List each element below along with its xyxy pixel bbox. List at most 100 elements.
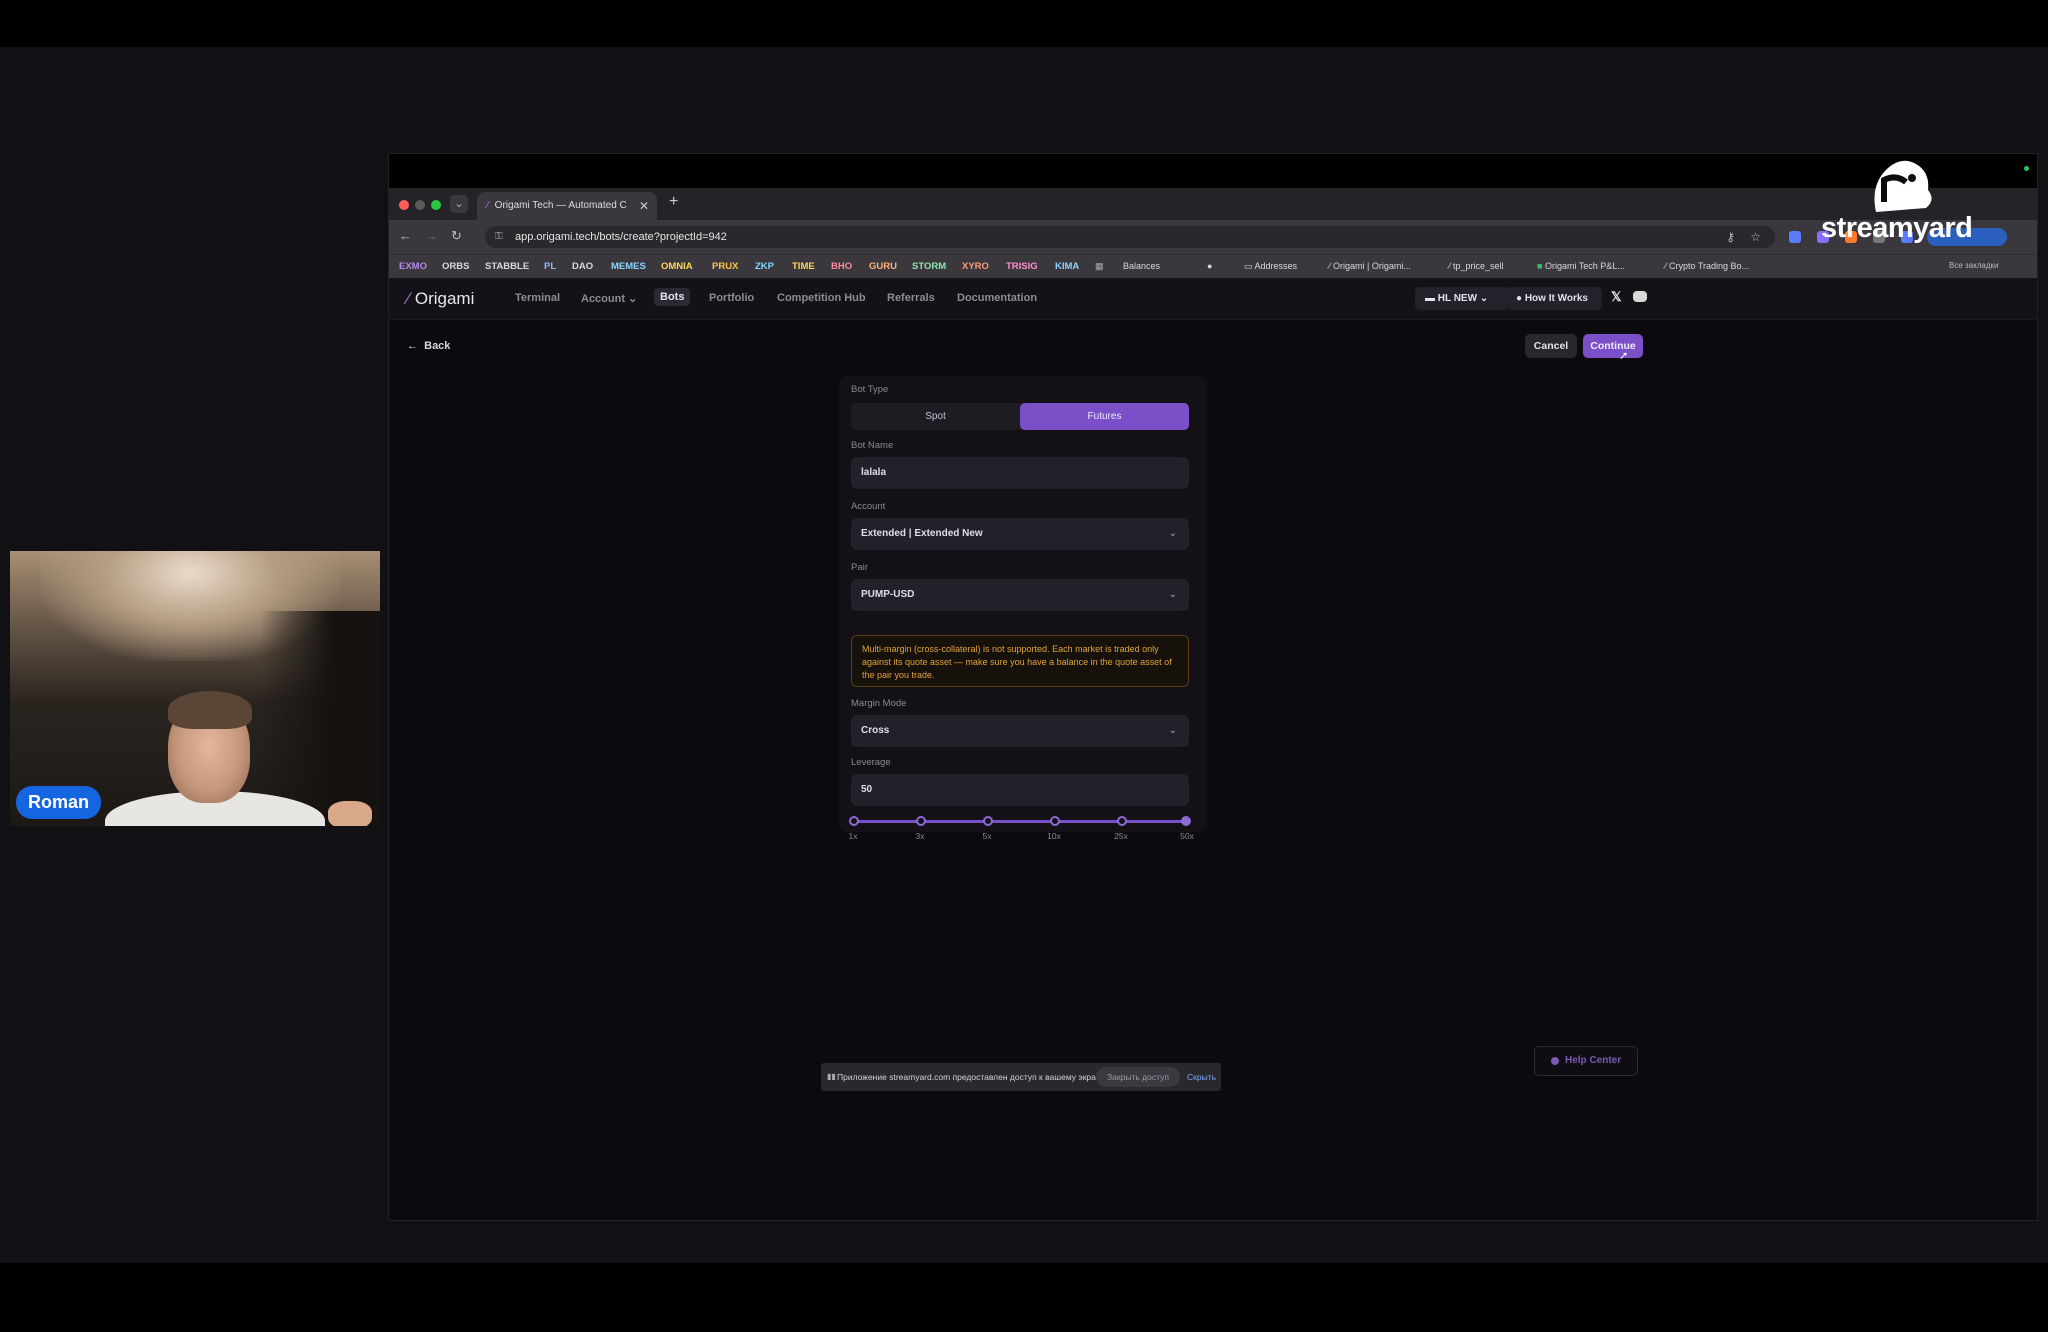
nav-account[interactable]: Account ⌄ (581, 292, 637, 305)
pair-select[interactable]: PUMP-USD ⌄ (851, 579, 1189, 611)
close-window-icon[interactable] (399, 200, 409, 210)
extension-icon[interactable] (1789, 231, 1801, 243)
mouse-cursor-icon: ➚ (1619, 350, 1629, 362)
bookmark-item[interactable]: Balances (1123, 261, 1160, 271)
nav-documentation[interactable]: Documentation (957, 292, 1037, 304)
how-it-works-button[interactable]: ● How It Works (1506, 287, 1602, 310)
bookmark-item[interactable]: STABBLE (485, 261, 529, 272)
streamyard-top-bar (0, 0, 2048, 47)
nav-competition-hub[interactable]: Competition Hub (777, 292, 866, 304)
bookmark-item[interactable]: ORBS (442, 261, 469, 272)
margin-mode-label: Margin Mode (851, 698, 907, 709)
bookmark-folder[interactable]: ▭ Addresses (1244, 261, 1297, 272)
margin-mode-select[interactable]: Cross ⌄ (851, 715, 1189, 747)
browser-tab-strip: ⌄ ⁄ Origami Tech — Automated C ✕ + (389, 188, 2037, 220)
help-center-button[interactable]: Help Center (1534, 1046, 1638, 1076)
leverage-input[interactable]: 50 (851, 774, 1189, 806)
streamyard-bottom-bar (0, 1263, 2048, 1332)
live-indicator-dot (2024, 166, 2029, 171)
chevron-down-icon: ⌄ (1168, 528, 1177, 539)
bot-type-label: Bot Type (851, 384, 889, 395)
leverage-step-25x[interactable] (1117, 816, 1127, 826)
origami-app: ⁄ Origami Terminal Account ⌄ Bots Portfol… (389, 278, 2037, 1220)
back-button[interactable]: ← Back (407, 340, 450, 352)
bookmark-item[interactable]: DAO (572, 261, 593, 272)
forward-arrow-icon[interactable]: → (425, 228, 438, 243)
chevron-down-icon: ⌄ (1479, 293, 1489, 304)
leverage-tick: 3x (915, 831, 925, 841)
leverage-step-3x[interactable] (916, 816, 926, 826)
leverage-slider-thumb[interactable] (1181, 816, 1191, 826)
discord-icon[interactable] (1633, 291, 1647, 302)
nav-terminal[interactable]: Terminal (515, 292, 560, 304)
bot-type-spot[interactable]: Spot (851, 403, 1020, 430)
nav-referrals[interactable]: Referrals (887, 292, 935, 304)
maximize-window-icon[interactable] (431, 200, 441, 210)
bookmark-item[interactable]: ⁄ Crypto Trading Bo... (1665, 261, 1749, 271)
bookmark-item[interactable]: GURU (869, 261, 897, 272)
bot-name-label: Bot Name (851, 440, 894, 451)
chevron-down-icon: ⌄ (1168, 589, 1177, 600)
project-selector[interactable]: ▬ HL NEW ⌄ (1415, 287, 1509, 310)
all-bookmarks-folder[interactable]: Все закладки (1949, 261, 1998, 270)
x-twitter-icon[interactable]: 𝕏 (1611, 289, 1621, 305)
apps-grid-icon[interactable]: ▦ (1095, 261, 1104, 272)
bookmark-star-icon[interactable]: ☆ (1750, 226, 1761, 248)
bookmark-item[interactable]: BHO (831, 261, 852, 272)
account-select[interactable]: Extended | Extended New ⌄ (851, 518, 1189, 550)
cancel-button[interactable]: Cancel (1525, 334, 1577, 358)
bookmark-item[interactable]: XYRO (962, 261, 989, 272)
leverage-label: Leverage (851, 757, 891, 768)
github-icon[interactable]: ● (1207, 261, 1212, 271)
bookmark-item[interactable]: PL (544, 261, 556, 272)
bookmark-item[interactable]: EXMO (399, 261, 427, 272)
address-bar[interactable]: ⚿ app.origami.tech/bots/create?projectId… (485, 226, 1775, 248)
hide-notification-link[interactable]: Скрыть (1187, 1072, 1216, 1082)
tab-search-icon[interactable]: ⌄ (450, 195, 468, 213)
app-navbar: ⁄ Origami Terminal Account ⌄ Bots Portfol… (389, 278, 2037, 320)
origami-logo[interactable]: ⁄ Origami (407, 289, 474, 309)
leverage-step-1x[interactable] (849, 816, 859, 826)
password-key-icon[interactable]: ⚷ (1726, 226, 1735, 248)
leverage-tick: 10x (1047, 831, 1061, 841)
bookmark-item[interactable]: STORM (912, 261, 946, 272)
site-info-icon[interactable]: ⚿ (495, 226, 503, 248)
back-arrow-icon[interactable]: ← (399, 228, 412, 243)
reload-icon[interactable]: ↻ (451, 228, 462, 244)
leverage-tick: 5x (982, 831, 992, 841)
screen-sharing-notification: ▮▮ Приложение streamyard.com предоставле… (821, 1063, 1221, 1091)
bookmark-item[interactable]: ZKP (755, 261, 774, 272)
bookmark-item[interactable]: PRUX (712, 261, 738, 272)
webcam-feed: Roman (10, 551, 380, 826)
browser-tab[interactable]: ⁄ Origami Tech — Automated C ✕ (477, 192, 657, 220)
bookmark-item[interactable]: MEMES (611, 261, 646, 272)
nav-portfolio[interactable]: Portfolio (709, 292, 754, 304)
bookmark-item[interactable]: TIME (792, 261, 815, 272)
close-tab-icon[interactable]: ✕ (639, 192, 649, 220)
minimize-window-icon[interactable] (415, 200, 425, 210)
chevron-down-icon: ⌄ (628, 293, 638, 305)
account-label: Account (851, 501, 886, 512)
bookmark-item[interactable]: ■ Origami Tech P&L... (1537, 261, 1625, 271)
new-tab-icon[interactable]: + (669, 193, 678, 211)
continue-button[interactable]: Continue (1583, 334, 1643, 358)
bookmark-item[interactable]: OMNIA (661, 261, 693, 272)
bot-name-input[interactable]: lalala (851, 457, 1189, 489)
stop-sharing-button[interactable]: Закрыть доступ (1096, 1067, 1180, 1087)
help-icon (1551, 1057, 1559, 1065)
bookmark-item[interactable]: ⁄ Origami | Origami... (1329, 261, 1411, 271)
multi-margin-warning: Multi-margin (cross-collateral) is not s… (851, 635, 1189, 687)
bookmark-item[interactable]: TRISIG (1006, 261, 1038, 272)
bookmark-item[interactable]: ⁄ tp_price_sell (1449, 261, 1504, 271)
bot-type-futures[interactable]: Futures (1020, 403, 1189, 430)
leverage-step-5x[interactable] (983, 816, 993, 826)
create-bot-form: Bot Type Spot Futures Bot Name lalala Ac… (839, 376, 1207, 841)
streamyard-logo: streamyard (1821, 154, 1991, 246)
leverage-slider[interactable] (849, 816, 1191, 826)
nav-bots[interactable]: Bots (654, 288, 691, 306)
bookmark-item[interactable]: KIMA (1055, 261, 1079, 272)
url-text: app.origami.tech/bots/create?projectId=9… (515, 231, 727, 243)
browser-toolbar: ← → ↻ ⚿ app.origami.tech/bots/create?pro… (389, 220, 2037, 254)
participant-name-tag: Roman (16, 786, 102, 819)
leverage-step-10x[interactable] (1050, 816, 1060, 826)
